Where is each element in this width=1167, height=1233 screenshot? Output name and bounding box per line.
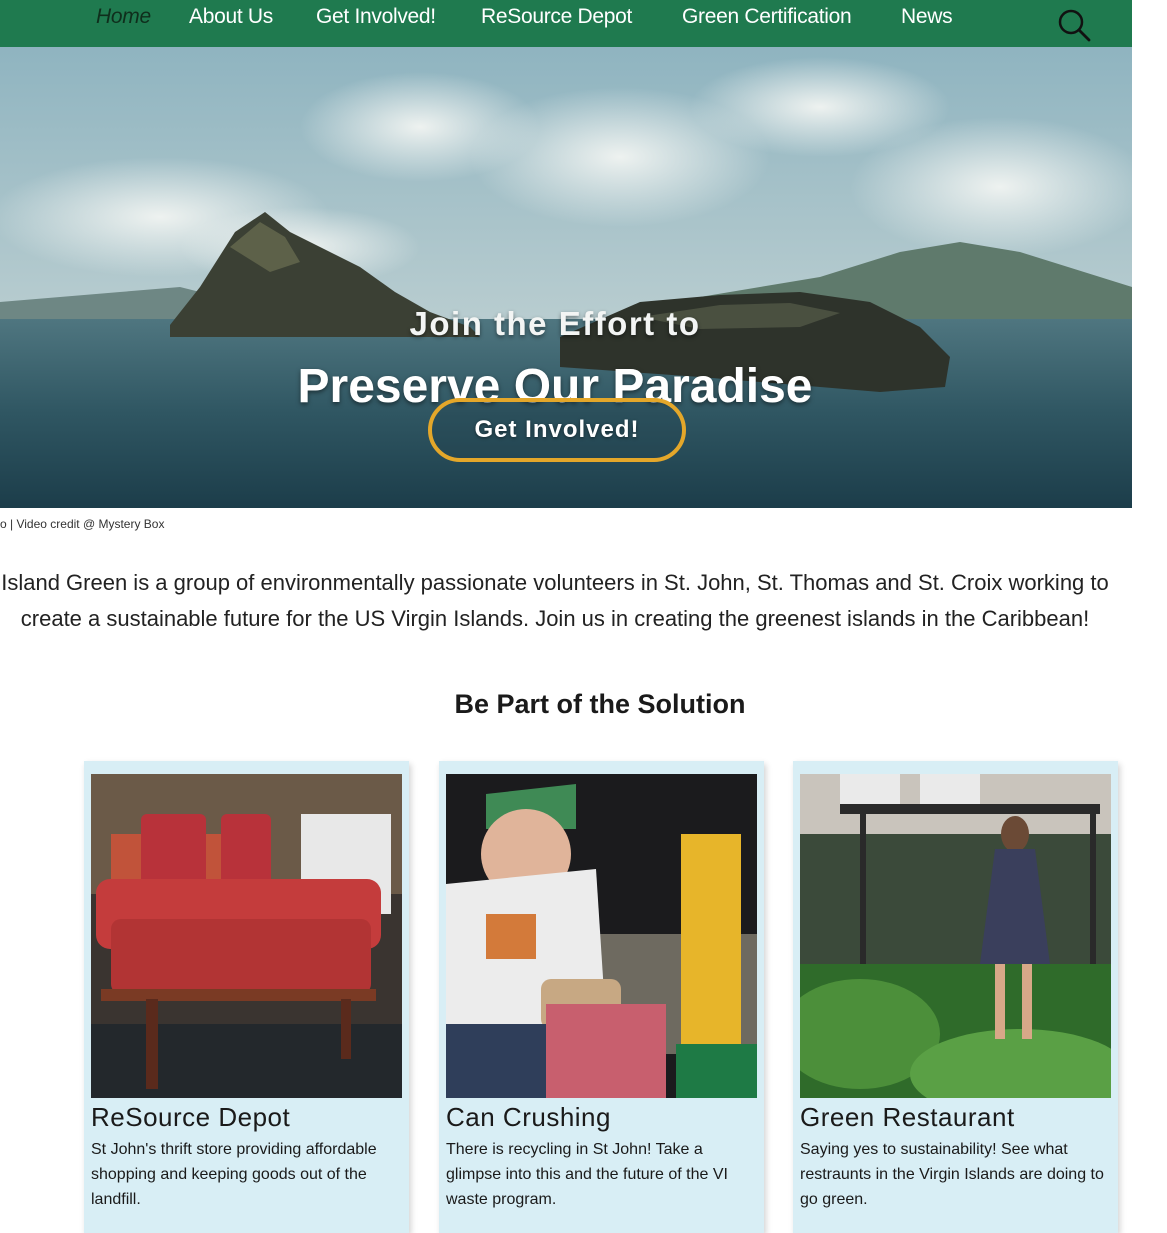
- nav-item-about-us[interactable]: About Us: [189, 5, 273, 29]
- nav-item-home[interactable]: Home: [96, 5, 151, 29]
- card-description: There is recycling in St John! Take a gl…: [446, 1141, 728, 1208]
- photo-credit: oto | Video credit @ Mystery Box: [0, 517, 165, 531]
- card-description: Saying yes to sustainability! See what r…: [800, 1141, 1104, 1208]
- card-title: Green Restaurant: [800, 1102, 1015, 1132]
- card-title: ReSource Depot: [91, 1102, 291, 1132]
- top-nav: Home About Us Get Involved! ReSource Dep…: [0, 0, 1132, 47]
- nav-item-resource-depot[interactable]: ReSource Depot: [481, 5, 632, 29]
- card-resource-depot[interactable]: ReSource Depot St John's thrift store pr…: [84, 761, 409, 1233]
- intro-paragraph: Island Green is a group of environmental…: [1, 570, 1109, 631]
- card-green-restaurant[interactable]: Green Restaurant Saying yes to sustainab…: [793, 761, 1118, 1233]
- nav-item-green-certification[interactable]: Green Certification: [682, 5, 852, 29]
- green-restaurant-photo: [800, 774, 1111, 1098]
- section-title: Be Part of the Solution: [454, 689, 746, 719]
- resource-depot-photo: [91, 774, 402, 1098]
- card-can-crushing[interactable]: Can Crushing There is recycling in St Jo…: [439, 761, 764, 1233]
- get-involved-button[interactable]: Get Involved!: [428, 398, 686, 462]
- nav-item-get-involved[interactable]: Get Involved!: [316, 5, 436, 29]
- hero-subheading: Join the Effort to: [409, 305, 701, 342]
- card-title: Can Crushing: [446, 1102, 611, 1132]
- nav-item-news[interactable]: News: [901, 5, 953, 29]
- card-description: St John's thrift store providing afforda…: [91, 1141, 377, 1208]
- search-icon[interactable]: [1056, 7, 1092, 43]
- can-crushing-photo: [446, 774, 757, 1098]
